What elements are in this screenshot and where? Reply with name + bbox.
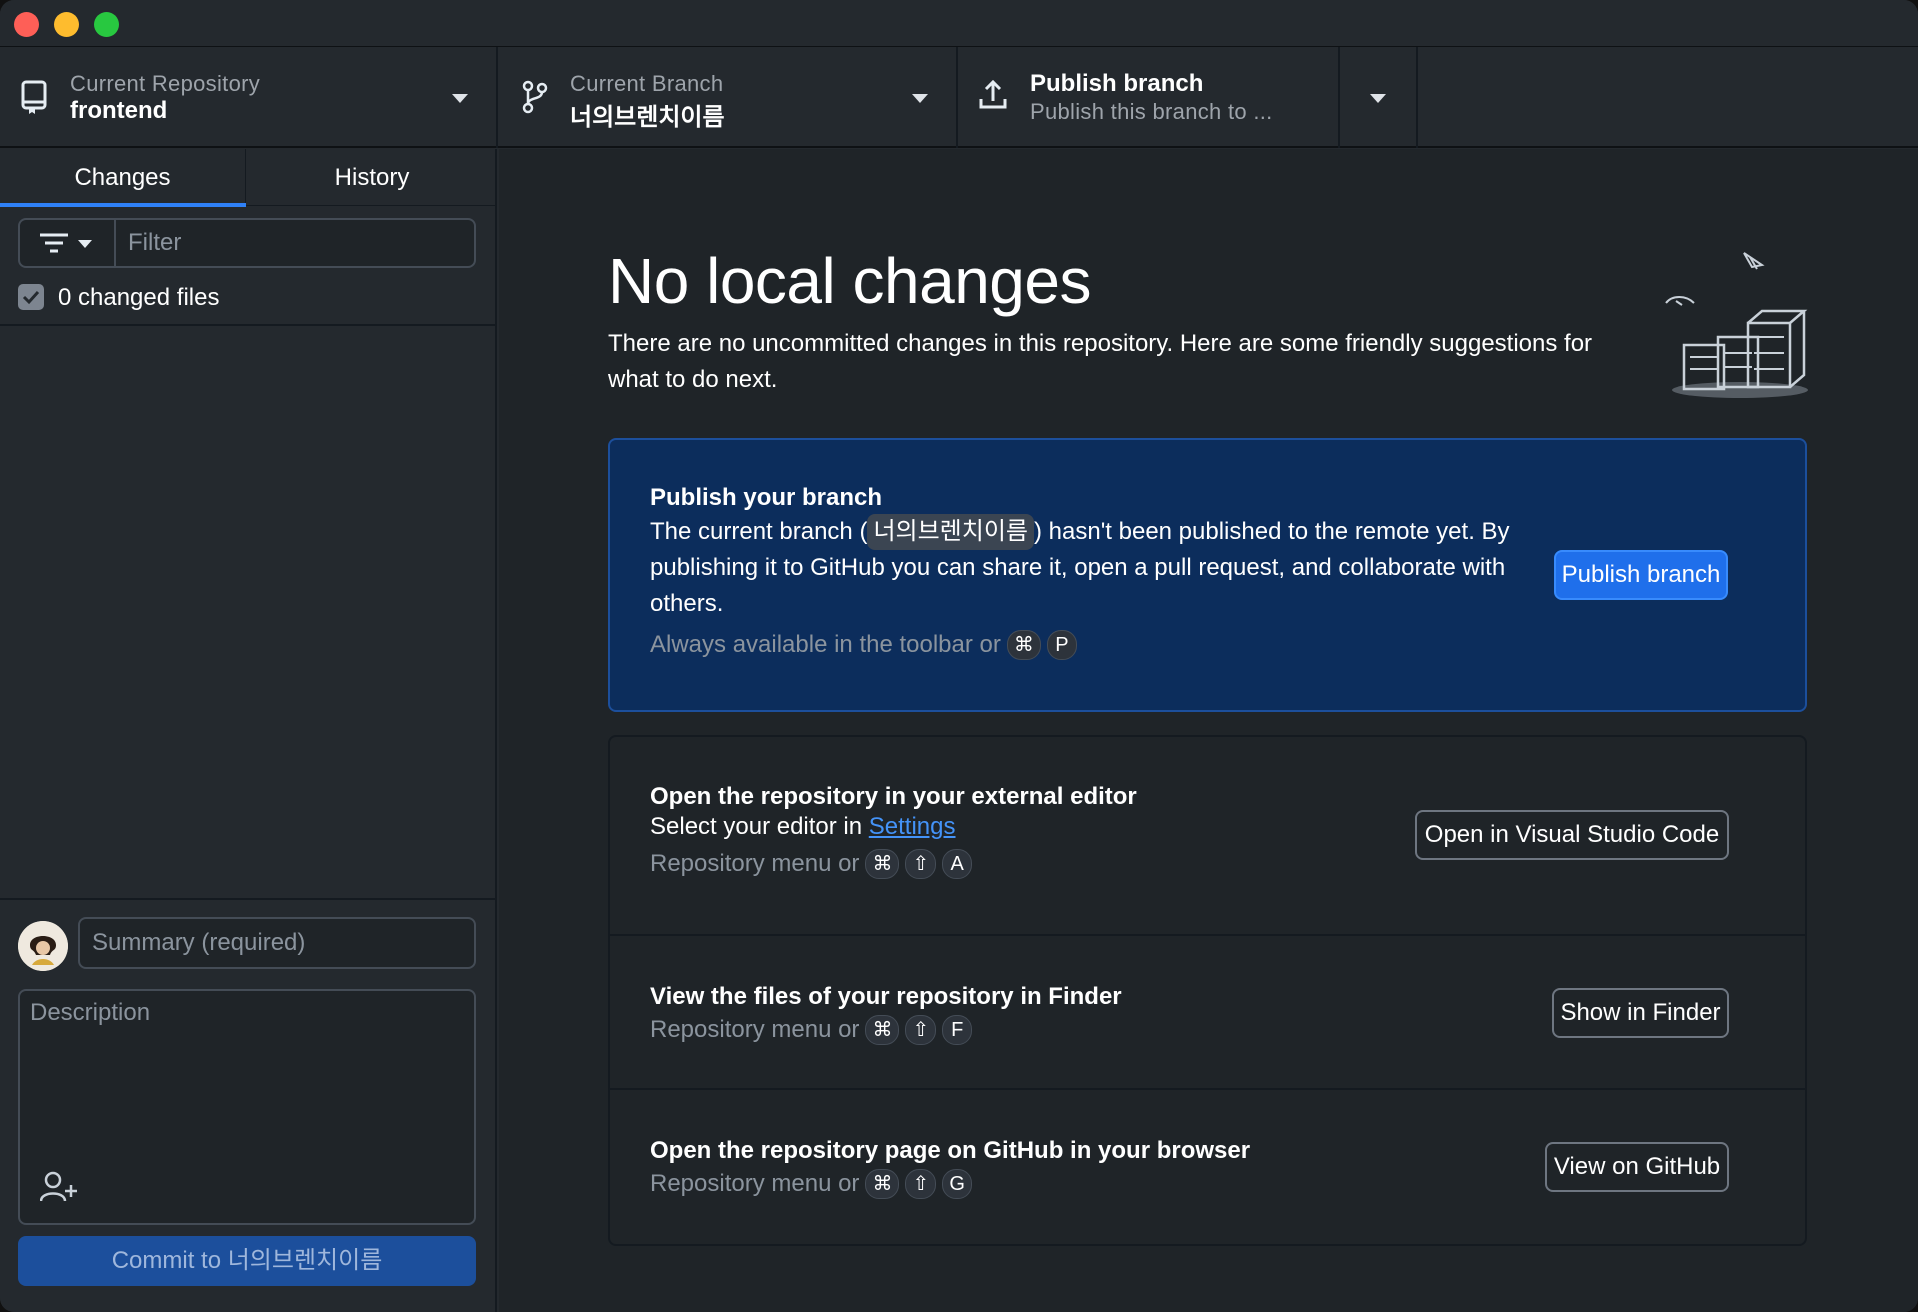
- sidebar: Changes History Filter 0 changed files S…: [0, 149, 497, 1312]
- p-key: P: [1046, 630, 1077, 660]
- publish-options-dropdown[interactable]: [1340, 47, 1418, 148]
- editor-text: Select your editor in: [650, 813, 863, 840]
- github-card-hint: Repository menu or ⌘ ⇧ G: [650, 1169, 973, 1199]
- a-key: A: [942, 849, 973, 879]
- changed-files-count: 0 changed files: [58, 284, 220, 311]
- filter-options-button[interactable]: [20, 220, 116, 266]
- divider: [610, 934, 1805, 936]
- settings-link[interactable]: Settings: [869, 813, 956, 840]
- publish-branch-label: Publish branch: [1030, 70, 1204, 97]
- publish-branch-sublabel: Publish this branch to ...: [1030, 99, 1273, 124]
- open-in-vscode-button[interactable]: Open in Visual Studio Code: [1415, 810, 1729, 860]
- finder-card-hint: Repository menu or ⌘ ⇧ F: [650, 1015, 973, 1045]
- current-repository-label: Current Repository: [70, 71, 261, 96]
- title-bar: [0, 0, 1918, 47]
- current-branch-label: Current Branch: [570, 71, 724, 96]
- tab-history[interactable]: History: [247, 149, 497, 206]
- commit-button[interactable]: Commit to 너의브렌치이름: [18, 1236, 476, 1286]
- summary-input[interactable]: Summary (required): [78, 917, 476, 969]
- command-key: ⌘: [865, 1015, 900, 1045]
- commit-area: Summary (required) Description Commit to…: [0, 898, 497, 1312]
- hint-text: Repository menu or: [650, 1016, 860, 1043]
- divider: [0, 324, 497, 326]
- suggestions-card-group: Open the repository in your external edi…: [608, 735, 1807, 1246]
- show-in-finder-button[interactable]: Show in Finder: [1552, 988, 1729, 1038]
- github-card-title: Open the repository page on GitHub in yo…: [650, 1137, 1251, 1164]
- f-key: F: [942, 1015, 973, 1045]
- publish-card-text: The current branch (너의브렌치이름) hasn't been…: [650, 514, 1510, 622]
- repo-icon: [21, 80, 47, 114]
- chevron-down-icon: [452, 94, 468, 103]
- zoom-window-button[interactable]: [94, 12, 119, 37]
- hint-text: Repository menu or: [650, 850, 860, 877]
- shift-key: ⇧: [905, 1015, 937, 1045]
- command-key: ⌘: [865, 849, 900, 879]
- finder-card-title: View the files of your repository in Fin…: [650, 983, 1122, 1010]
- filter-bar: Filter: [18, 218, 476, 268]
- description-placeholder: Description: [30, 999, 151, 1026]
- editor-card-text: Select your editor in Settings: [650, 809, 956, 845]
- select-all-checkbox[interactable]: [18, 284, 44, 310]
- tab-changes[interactable]: Changes: [0, 149, 246, 207]
- close-window-button[interactable]: [14, 12, 39, 37]
- chevron-down-icon: [912, 94, 928, 103]
- hint-text: Repository menu or: [650, 1170, 860, 1197]
- main-content: No local changes There are no uncommitte…: [499, 149, 1918, 1312]
- minimize-window-button[interactable]: [54, 12, 79, 37]
- empty-state-illustration: [1665, 252, 1808, 398]
- view-on-github-button[interactable]: View on GitHub: [1545, 1142, 1729, 1192]
- upload-icon: [979, 79, 1007, 109]
- publish-branch-card: Publish your branch The current branch (…: [608, 438, 1807, 712]
- add-coauthor-icon[interactable]: [40, 1171, 78, 1203]
- shift-key: ⇧: [905, 849, 937, 879]
- publish-card-hint: Always available in the toolbar or ⌘ P: [650, 630, 1077, 660]
- description-input[interactable]: Description: [18, 989, 476, 1225]
- branch-name-chip: 너의브렌치이름: [867, 514, 1034, 550]
- current-repository-name: frontend: [70, 97, 168, 124]
- current-branch-dropdown[interactable]: Current Branch 너의브렌치이름: [498, 47, 958, 148]
- g-key: G: [942, 1169, 973, 1199]
- current-branch-name: 너의브렌치이름: [570, 104, 725, 131]
- toolbar: Current Repository frontend Current Bran…: [0, 47, 1918, 148]
- chevron-down-icon: [1370, 94, 1386, 103]
- command-key: ⌘: [865, 1169, 900, 1199]
- hint-text: Always available in the toolbar or: [650, 631, 1001, 658]
- check-icon: [22, 290, 40, 305]
- git-branch-icon: [522, 80, 548, 114]
- app-window: Current Repository frontend Current Bran…: [0, 0, 1918, 1312]
- publish-branch-button[interactable]: Publish branch: [1554, 550, 1728, 600]
- filter-input[interactable]: Filter: [128, 220, 181, 266]
- publish-card-title: Publish your branch: [650, 484, 883, 511]
- shift-key: ⇧: [905, 1169, 937, 1199]
- page-title: No local changes: [608, 245, 1091, 317]
- publish-text-before: The current branch (: [650, 518, 868, 545]
- avatar: [18, 921, 68, 971]
- filter-icon: [40, 233, 92, 253]
- editor-card-title: Open the repository in your external edi…: [650, 783, 1137, 810]
- current-repository-dropdown[interactable]: Current Repository frontend: [0, 47, 498, 148]
- divider: [610, 1088, 1805, 1090]
- sidebar-tabs: Changes History: [0, 149, 497, 207]
- page-subtitle: There are no uncommitted changes in this…: [608, 330, 1593, 393]
- editor-card-hint: Repository menu or ⌘ ⇧ A: [650, 849, 973, 879]
- publish-branch-toolbar-button[interactable]: Publish branch Publish this branch to ..…: [958, 47, 1340, 148]
- command-key: ⌘: [1006, 630, 1041, 660]
- summary-placeholder: Summary (required): [92, 929, 306, 956]
